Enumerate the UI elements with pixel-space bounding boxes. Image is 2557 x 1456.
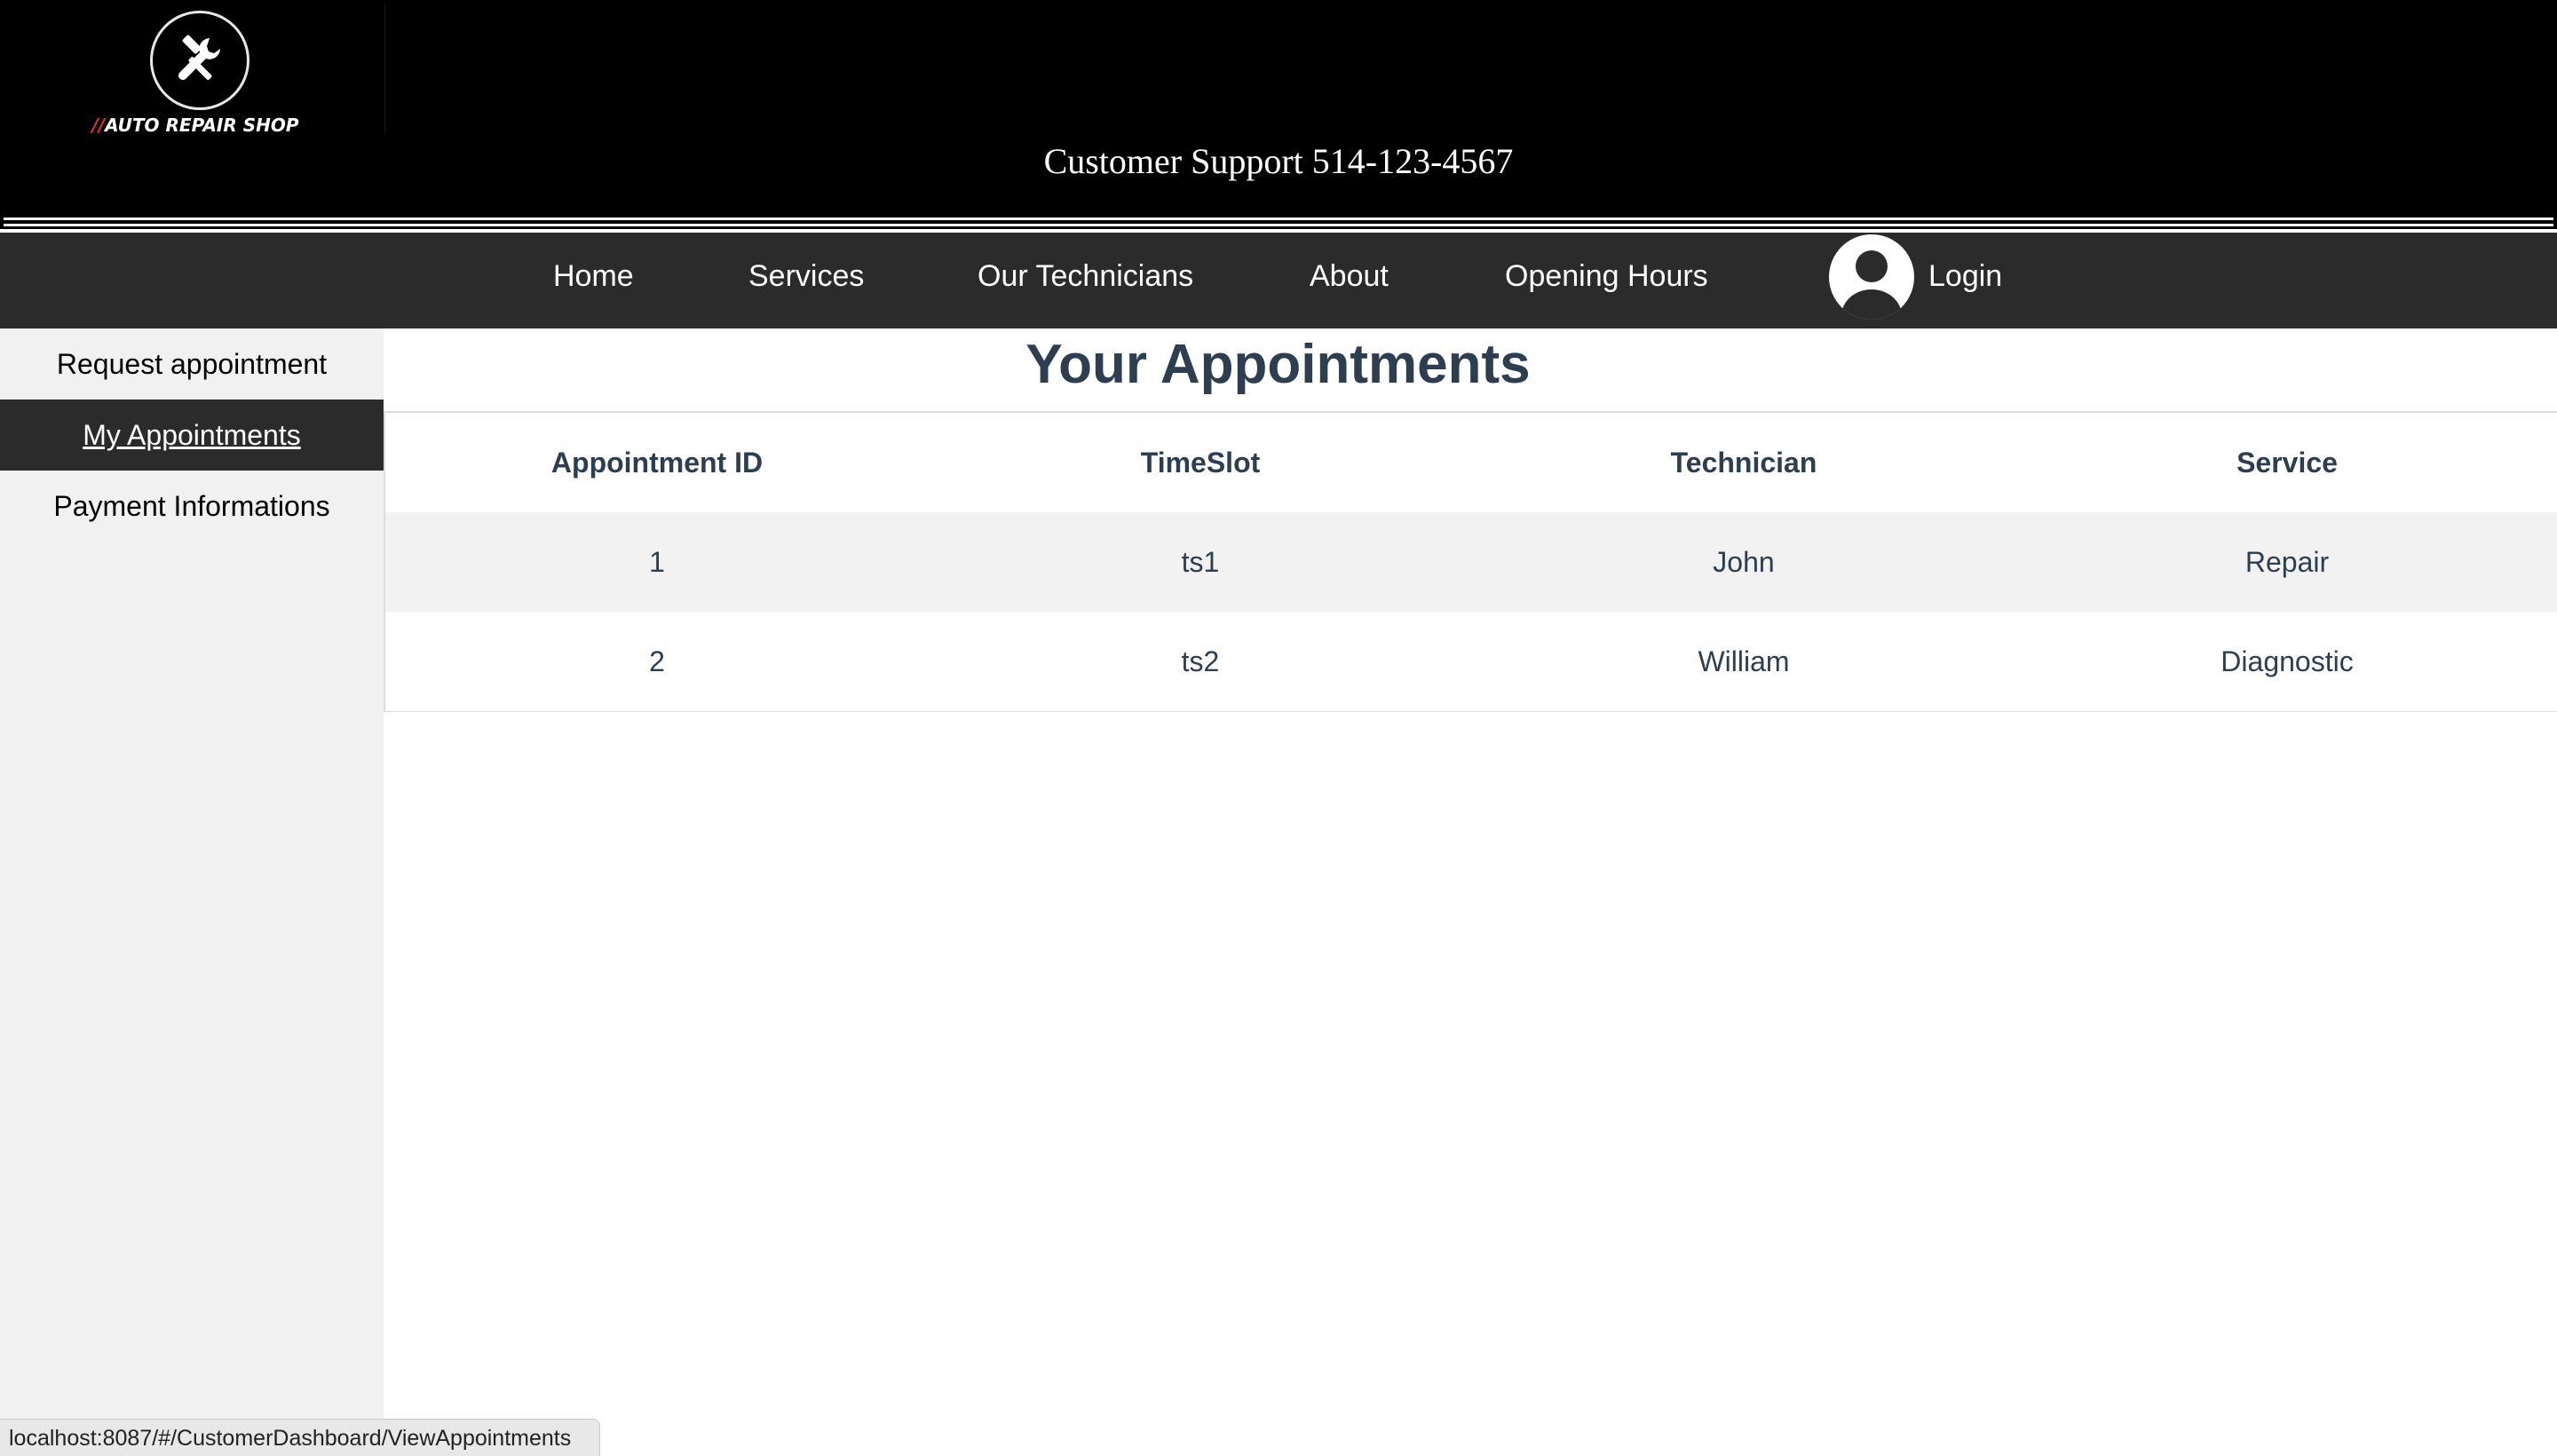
cell-timeslot: ts2 <box>1181 645 1220 677</box>
cell-technician: William <box>1698 645 1790 677</box>
logo-slashes: // <box>91 115 106 136</box>
column-header-service: Service <box>2236 447 2338 479</box>
login-label: Login <box>1928 259 2003 293</box>
table-row: 1 ts1 John Repair <box>385 512 2557 612</box>
cell-technician: John <box>1713 546 1775 578</box>
customer-support-text: Customer Support 514-123-4567 <box>1043 141 1514 181</box>
top-header: //AUTO REPAIR SHOP Customer Support 514-… <box>0 0 2557 229</box>
sidebar-item-payment-informations[interactable]: Payment Informations <box>0 471 384 542</box>
cell-appointment-id: 1 <box>649 546 665 578</box>
logo-text: //AUTO REPAIR SHOP <box>5 115 385 136</box>
nav-opening-hours-link[interactable]: Opening Hours <box>1505 233 1708 328</box>
logo-name: AUTO REPAIR SHOP <box>105 115 299 136</box>
dashboard-sidebar: Request appointment My Appointments Paym… <box>0 328 384 1456</box>
cell-service: Diagnostic <box>2221 645 2354 677</box>
sidebar-item-request-appointment[interactable]: Request appointment <box>0 328 384 400</box>
appointments-table: Appointment ID TimeSlot Technician Servi… <box>384 411 2557 712</box>
hammer-wrench-icon <box>150 11 249 110</box>
column-header-appointment-id: Appointment ID <box>550 447 764 479</box>
sidebar-item-my-appointments[interactable]: My Appointments <box>0 400 384 471</box>
logo[interactable]: //AUTO REPAIR SHOP <box>5 4 385 136</box>
nav-services-link[interactable]: Services <box>748 233 864 328</box>
table-row: 2 ts2 William Diagnostic <box>385 612 2557 711</box>
user-avatar-icon <box>1829 234 1914 320</box>
table-header-row: Appointment ID TimeSlot Technician Servi… <box>385 413 2557 512</box>
cell-service: Repair <box>2244 546 2330 578</box>
nav-technicians-link[interactable]: Our Technicians <box>978 233 1193 328</box>
header-divider <box>4 218 2553 226</box>
link-preview-statusbar: localhost:8087/#/CustomerDashboard/ViewA… <box>0 1419 600 1456</box>
main-nav: Home Services Our Technicians About Open… <box>0 233 2557 328</box>
page-title: Your Appointments <box>1025 334 1531 395</box>
nav-about-link[interactable]: About <box>1310 233 1389 328</box>
nav-home-link[interactable]: Home <box>553 233 634 328</box>
nav-login-link[interactable]: Login <box>1829 233 2002 320</box>
cell-appointment-id: 2 <box>649 645 665 677</box>
cell-timeslot: ts1 <box>1181 546 1220 578</box>
column-header-timeslot: TimeSlot <box>1140 447 1261 479</box>
column-header-technician: Technician <box>1670 447 1817 479</box>
